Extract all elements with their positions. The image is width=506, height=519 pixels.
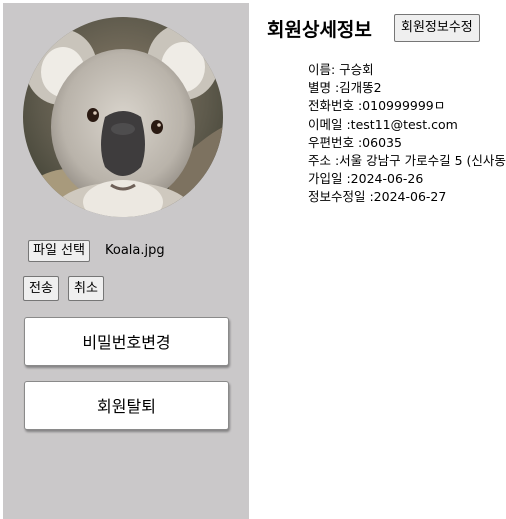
info-zipcode: 우편번호 :06035 xyxy=(308,134,402,150)
file-select-button[interactable]: 파일 선택 xyxy=(28,240,90,262)
info-phone: 전화번호 :010999999ㅁ xyxy=(308,98,446,114)
profile-avatar xyxy=(23,17,223,217)
change-password-button[interactable]: 비밀번호변경 xyxy=(24,317,229,366)
selected-file-name: Koala.jpg xyxy=(105,243,165,258)
edit-member-button[interactable]: 회원정보수정 xyxy=(394,14,480,42)
info-email: 이메일 :test11@test.com xyxy=(308,116,458,132)
koala-image xyxy=(23,17,223,217)
withdraw-button[interactable]: 회원탈퇴 xyxy=(24,381,229,430)
member-info: 이름: 구승회 별명 :김개똥2 전화번호 :010999999ㅁ 이메일 :t… xyxy=(308,61,506,207)
page-title: 회원상세정보 xyxy=(267,19,372,41)
cancel-button[interactable]: 취소 xyxy=(68,276,104,301)
info-name: 이름: 구승회 xyxy=(308,62,374,77)
info-address: 주소 :서울 강남구 가로수길 5 (신사동) xyxy=(308,153,506,169)
info-nickname: 별명 :김개똥2 xyxy=(308,80,382,96)
info-join-date: 가입일 :2024-06-26 xyxy=(308,171,424,187)
info-update-date: 정보수정일 :2024-06-27 xyxy=(308,189,447,205)
submit-button[interactable]: 전송 xyxy=(23,276,59,301)
